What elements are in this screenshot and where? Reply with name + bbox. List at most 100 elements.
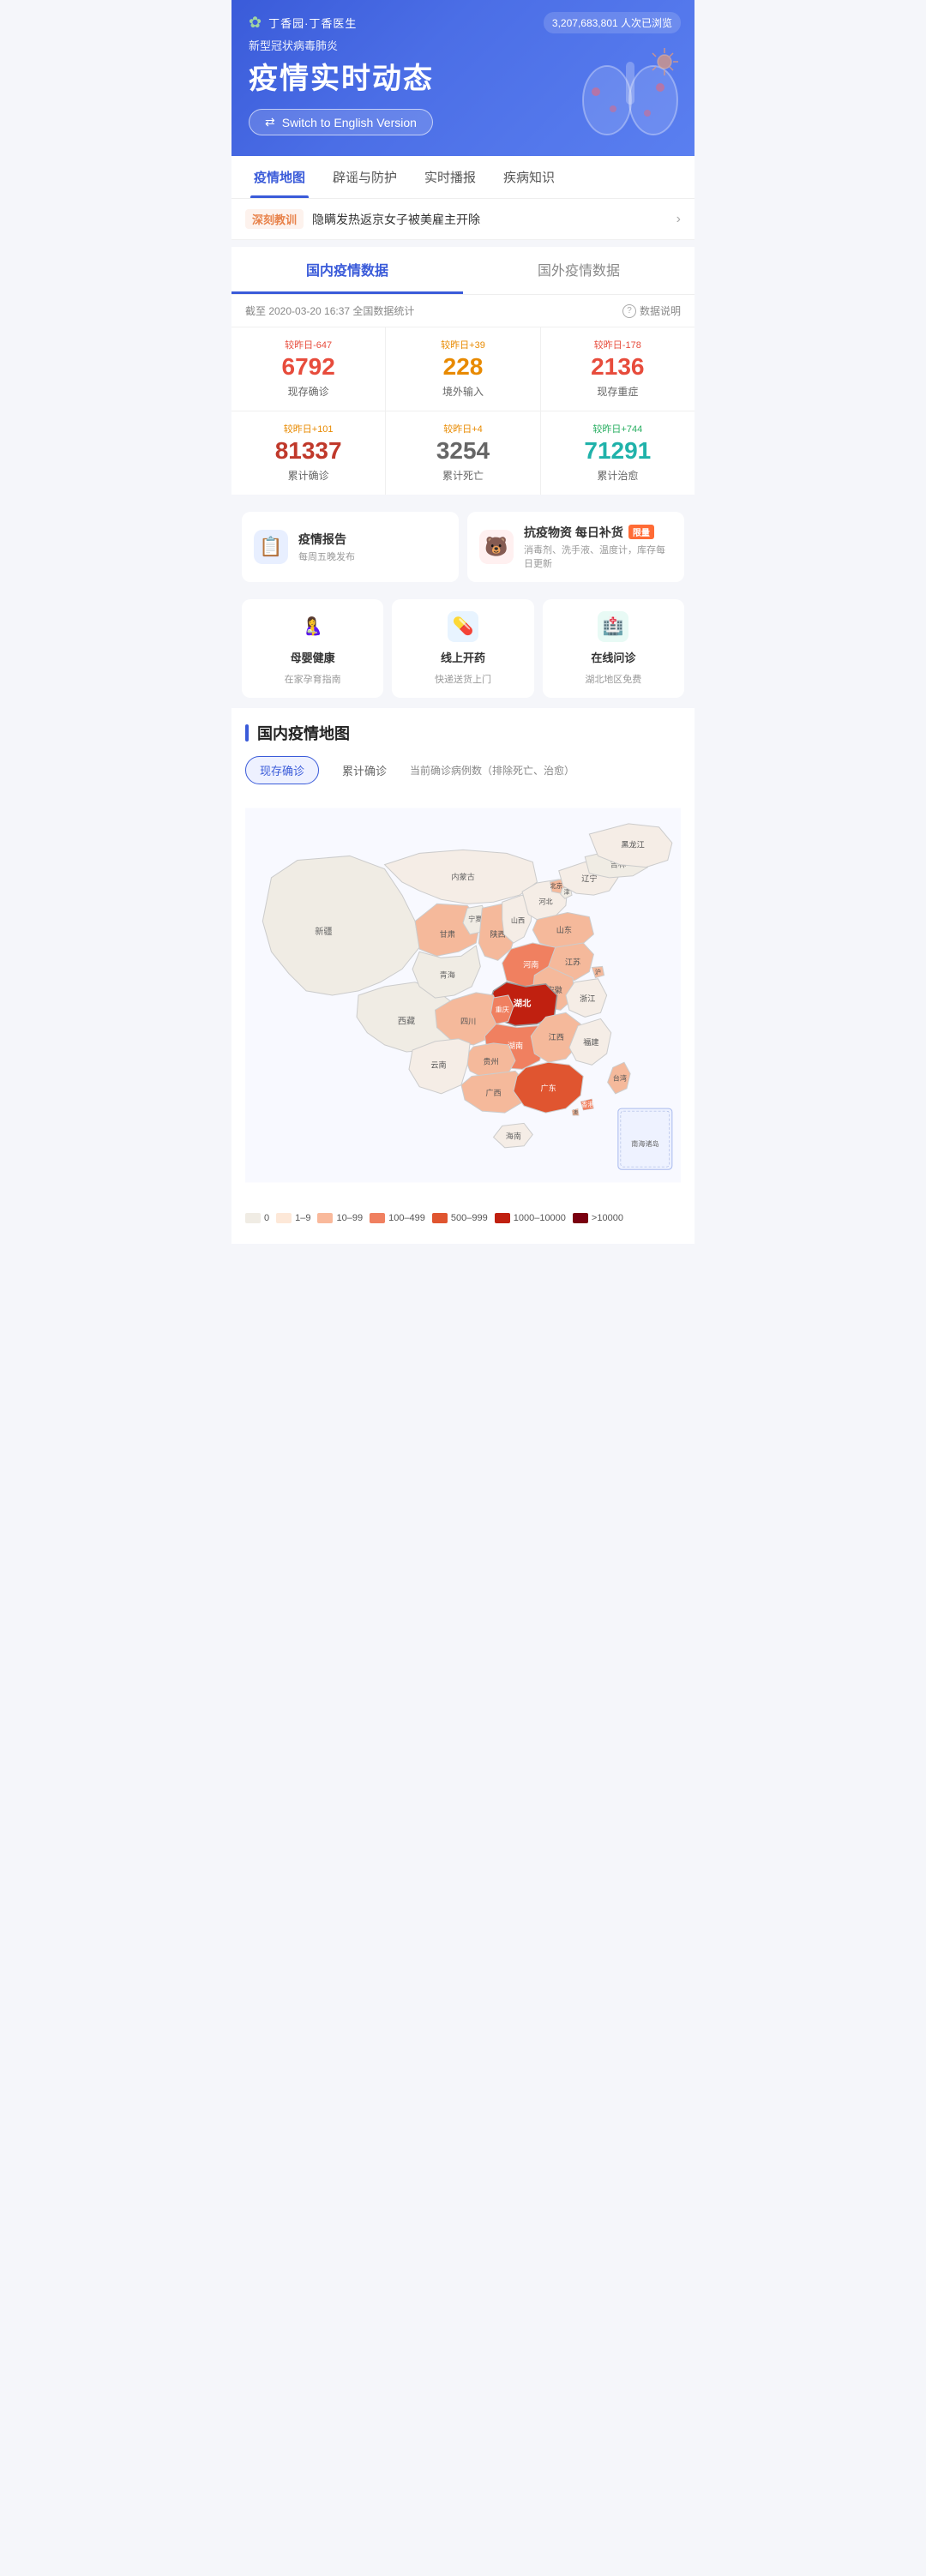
legend-color-1 — [276, 1213, 292, 1223]
svg-text:青海: 青海 — [440, 970, 455, 979]
limit-badge: 限量 — [628, 525, 654, 539]
svg-text:河北: 河北 — [538, 897, 552, 905]
svg-text:广西: 广西 — [485, 1087, 501, 1096]
legend-5: 1000–10000 — [495, 1213, 566, 1223]
stat-value-4: 3254 — [393, 438, 532, 465]
stat-label-3: 累计确诊 — [238, 468, 378, 483]
service-title-report: 疫情报告 — [298, 531, 355, 548]
map-btn-current[interactable]: 现存确诊 — [245, 756, 319, 784]
stat-value-5: 71291 — [548, 438, 688, 465]
legend-color-5 — [495, 1213, 510, 1223]
tab-overseas-data[interactable]: 国外疫情数据 — [463, 247, 694, 294]
stat-severe: 较昨日-178 2136 现存重症 — [541, 327, 694, 411]
legend-label-3: 100–499 — [388, 1213, 425, 1223]
stat-label-4: 累计死亡 — [393, 468, 532, 483]
supplies-icon: 🐻 — [479, 530, 514, 564]
stat-value-2: 2136 — [548, 354, 688, 381]
svg-text:北京: 北京 — [550, 882, 562, 890]
lung-decoration — [574, 45, 686, 147]
header: ✿ 丁香园·丁香医生 3,207,683,801 人次已浏览 新型冠状病毒肺炎 … — [232, 0, 694, 156]
english-version-button[interactable]: ⇄ Switch to English Version — [249, 109, 433, 135]
stat-delta-3: 较昨日+101 — [238, 422, 378, 435]
stats-grid: 较昨日-647 6792 现存确诊 较昨日+39 228 境外输入 较昨日-17… — [232, 327, 694, 495]
china-map-container: 新疆 西藏 内蒙古 甘肃 青海 宁夏 陕西 山西 河北 — [245, 798, 681, 1192]
legend-color-3 — [370, 1213, 385, 1223]
service-info-report: 疫情报告 每周五晚发布 — [298, 531, 355, 563]
map-legend: 0 1–9 10–99 100–499 500–999 1000–10000 >… — [245, 1206, 681, 1230]
svg-text:宁夏: 宁夏 — [468, 914, 482, 922]
help-icon: ? — [622, 304, 636, 318]
stat-total-deaths: 较昨日+4 3254 累计死亡 — [386, 411, 539, 495]
consult-icon: 🏥 — [598, 611, 628, 642]
legend-color-6 — [573, 1213, 588, 1223]
medicine-icon: 💊 — [448, 611, 478, 642]
tab-live-broadcast[interactable]: 实时播报 — [411, 156, 490, 198]
switch-icon: ⇄ — [265, 115, 275, 129]
svg-text:贵州: 贵州 — [483, 1056, 498, 1066]
legend-color-2 — [317, 1213, 333, 1223]
svg-text:内蒙古: 内蒙古 — [451, 871, 474, 880]
svg-text:四川: 四川 — [460, 1017, 476, 1025]
service-section-row1: 📋 疫情报告 每周五晚发布 🐻 抗疫物资 每日补货 限量 消毒剂、洗手液、温度计… — [232, 501, 694, 592]
legend-3: 100–499 — [370, 1213, 425, 1223]
service-subtitle-consult: 湖北地区免费 — [585, 672, 641, 686]
news-ticker[interactable]: 深刻教训 隐瞒发热返京女子被美雇主开除 › — [232, 199, 694, 240]
tab-epidemic-map[interactable]: 疫情地图 — [240, 156, 319, 198]
map-section: 国内疫情地图 现存确诊 累计确诊 当前确诊病例数（排除死亡、治愈） 新疆 西藏 … — [232, 708, 694, 1244]
svg-text:西藏: 西藏 — [398, 1016, 415, 1026]
stat-total-confirmed: 较昨日+101 81337 累计确诊 — [232, 411, 385, 495]
map-title-text: 国内疫情地图 — [257, 722, 350, 744]
tab-domestic-data[interactable]: 国内疫情数据 — [232, 247, 463, 294]
map-btn-total[interactable]: 累计确诊 — [328, 756, 401, 784]
legend-label-5: 1000–10000 — [514, 1213, 566, 1223]
svg-text:新疆: 新疆 — [315, 925, 332, 936]
svg-text:浙江: 浙江 — [580, 994, 595, 1003]
service-subtitle-medicine: 快递送货上门 — [435, 672, 491, 686]
stat-delta-0: 较昨日-647 — [238, 338, 378, 351]
map-controls: 现存确诊 累计确诊 当前确诊病例数（排除死亡、治愈） — [245, 756, 681, 784]
legend-label-0: 0 — [264, 1213, 269, 1223]
data-help[interactable]: ? 数据说明 — [622, 303, 681, 318]
title-bar — [245, 724, 249, 742]
service-card-supplies[interactable]: 🐻 抗疫物资 每日补货 限量 消毒剂、洗手液、温度计，库存每日更新 — [467, 512, 684, 582]
legend-6: >10000 — [573, 1213, 623, 1223]
legend-color-4 — [432, 1213, 448, 1223]
svg-text:山东: 山东 — [556, 924, 572, 934]
data-tabs: 国内疫情数据 国外疫情数据 — [232, 247, 694, 295]
svg-text:津: 津 — [563, 889, 569, 896]
view-count: 3,207,683,801 人次已浏览 — [544, 12, 681, 33]
stat-total-recovered: 较昨日+744 71291 累计治愈 — [541, 411, 694, 495]
service-card-online-consult[interactable]: 🏥 在线问诊 湖北地区免费 — [543, 599, 684, 698]
map-description: 当前确诊病例数（排除死亡、治愈） — [410, 763, 574, 778]
service-card-maternal[interactable]: 🤱 母婴健康 在家孕育指南 — [242, 599, 383, 698]
svg-text:江西: 江西 — [549, 1032, 564, 1041]
svg-text:澳: 澳 — [573, 1109, 578, 1116]
stat-delta-2: 较昨日-178 — [548, 338, 688, 351]
tab-rumor-prevention[interactable]: 辟谣与防护 — [319, 156, 411, 198]
tab-disease-knowledge[interactable]: 疾病知识 — [490, 156, 568, 198]
legend-4: 500–999 — [432, 1213, 488, 1223]
data-timestamp: 截至 2020-03-20 16:37 全国数据统计 — [245, 303, 414, 318]
report-icon: 📋 — [254, 530, 288, 564]
legend-label-4: 500–999 — [451, 1213, 488, 1223]
service-title-supplies: 抗疫物资 每日补货 限量 — [524, 524, 672, 541]
help-label: 数据说明 — [640, 303, 681, 318]
maternal-icon: 🤱 — [298, 611, 328, 642]
map-section-title: 国内疫情地图 — [245, 722, 681, 744]
service-info-supplies: 抗疫物资 每日补货 限量 消毒剂、洗手液、温度计，库存每日更新 — [524, 524, 672, 570]
nav-tabs: 疫情地图 辟谣与防护 实时播报 疾病知识 — [232, 156, 694, 199]
stat-delta-4: 较昨日+4 — [393, 422, 532, 435]
service-card-online-medicine[interactable]: 💊 线上开药 快递送货上门 — [392, 599, 533, 698]
legend-label-1: 1–9 — [295, 1213, 310, 1223]
service-subtitle-report: 每周五晚发布 — [298, 549, 355, 563]
legend-0: 0 — [245, 1213, 269, 1223]
legend-2: 10–99 — [317, 1213, 363, 1223]
stat-label-1: 境外输入 — [393, 384, 532, 399]
svg-text:广东: 广东 — [540, 1083, 556, 1092]
english-btn-label: Switch to English Version — [282, 116, 417, 129]
service-card-report[interactable]: 📋 疫情报告 每周五晚发布 — [242, 512, 459, 582]
svg-text:湖北: 湖北 — [514, 998, 532, 1009]
news-text: 隐瞒发热返京女子被美雇主开除 — [312, 211, 668, 228]
legend-label-2: 10–99 — [336, 1213, 363, 1223]
china-map-svg: 新疆 西藏 内蒙古 甘肃 青海 宁夏 陕西 山西 河北 — [245, 798, 681, 1192]
